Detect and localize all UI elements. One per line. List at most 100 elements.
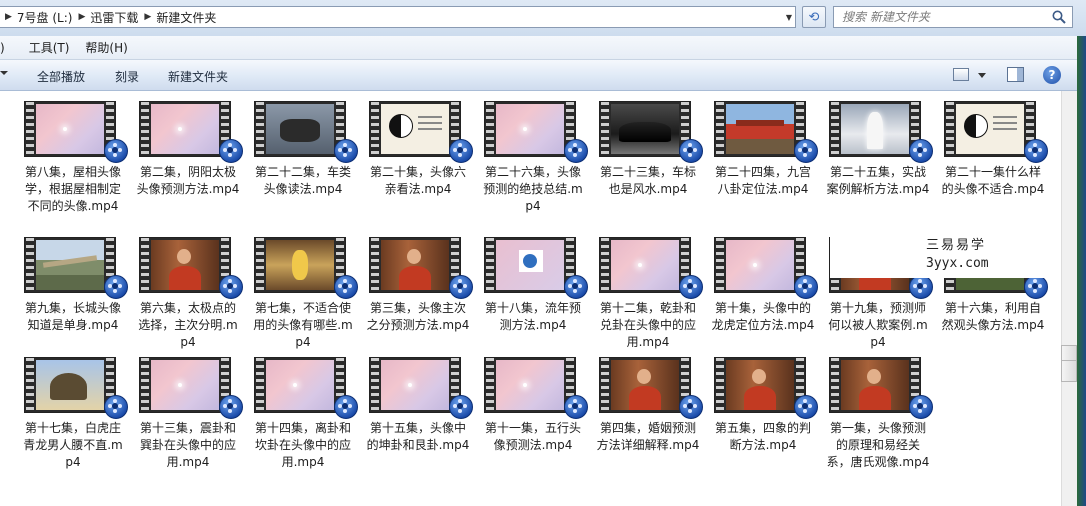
file-name-label: 第五集，四象的判断方法.mp4 xyxy=(714,421,811,452)
thumbnail-image xyxy=(726,104,794,154)
watermark-url: 3yyx.com xyxy=(926,256,989,271)
view-options-icon[interactable] xyxy=(953,68,969,81)
file-name-label: 第十五集，头像中的坤卦和艮卦.mp4 xyxy=(366,421,470,452)
file-name-label: 第一集，头像预测的原理和易经关系，唐氏观像.mp4 xyxy=(826,421,930,469)
file-name-label: 第二十三集，车标也是风水.mp4 xyxy=(599,165,696,196)
film-strip-edge xyxy=(371,358,379,412)
thumbnail-image xyxy=(266,240,334,290)
video-thumbnail xyxy=(139,357,231,413)
film-strip-edge xyxy=(831,102,839,156)
search-box[interactable] xyxy=(833,6,1073,28)
watermark-overlay: 三易易学 3yyx.com xyxy=(830,229,1086,278)
address-field[interactable]: ▶ 7号盘 (L:) ▶ 迅雷下载 ▶ 新建文件夹 xyxy=(0,6,796,28)
burn-button[interactable]: 刻录 xyxy=(115,68,139,85)
menu-help[interactable]: 帮助(H) xyxy=(79,38,133,58)
organize-dropdown-arrow[interactable] xyxy=(0,71,8,75)
video-thumbnail xyxy=(24,357,116,413)
address-history-dropdown[interactable]: ▼ xyxy=(782,7,796,27)
film-strip-edge xyxy=(26,102,34,156)
thumbnail-image xyxy=(151,104,219,154)
media-player-icon xyxy=(449,275,473,299)
video-thumbnail xyxy=(254,237,346,293)
help-icon[interactable]: ? xyxy=(1043,66,1061,84)
thumbnail-image xyxy=(611,360,679,410)
new-folder-button[interactable]: 新建文件夹 xyxy=(168,68,228,85)
menu-view-partial[interactable]: ) xyxy=(0,38,9,58)
film-strip-edge xyxy=(256,358,264,412)
scroll-page-button[interactable] xyxy=(1061,360,1077,382)
thumbnail-image xyxy=(381,240,449,290)
media-player-icon xyxy=(679,395,703,419)
menu-tools[interactable]: 工具(T) xyxy=(23,38,76,58)
file-name-label: 第二十六集，头像预测的绝技总结.mp4 xyxy=(483,165,583,213)
film-strip-edge xyxy=(716,358,724,412)
media-player-icon xyxy=(334,395,358,419)
thumbnail-image xyxy=(841,360,909,410)
menu-bar: ) 工具(T) 帮助(H) xyxy=(0,36,1086,60)
video-thumbnail xyxy=(369,237,461,293)
film-strip-edge xyxy=(601,238,609,292)
thumbnail-image xyxy=(726,240,794,290)
film-strip-edge xyxy=(716,102,724,156)
video-thumbnail xyxy=(944,101,1036,157)
video-thumbnail xyxy=(484,237,576,293)
breadcrumb-label: 迅雷下载 xyxy=(90,10,139,25)
media-player-icon xyxy=(219,395,243,419)
thumbnail-image xyxy=(151,240,219,290)
search-icon[interactable] xyxy=(1051,9,1067,25)
file-name-label: 第十一集，五行头像预测法.mp4 xyxy=(484,421,581,452)
film-strip-edge xyxy=(26,358,34,412)
file-name-label: 第二十集，头像六亲看法.mp4 xyxy=(369,165,466,196)
file-name-label: 第十九集，预测师何以被人欺案例.mp4 xyxy=(828,301,928,349)
file-name-label: 第八集，屋相头像学，根据屋相制定不同的头像.mp4 xyxy=(24,165,121,213)
film-strip-edge xyxy=(831,358,839,412)
video-thumbnail xyxy=(829,357,921,413)
video-thumbnail xyxy=(369,357,461,413)
media-player-icon xyxy=(449,395,473,419)
film-strip-edge xyxy=(141,102,149,156)
media-player-icon xyxy=(679,275,703,299)
view-dropdown-arrow[interactable] xyxy=(978,73,986,78)
breadcrumb-downloads[interactable]: ▶ 迅雷下载 xyxy=(72,7,138,27)
search-input[interactable] xyxy=(840,7,1049,27)
breadcrumb-drive[interactable]: ▶ 7号盘 (L:) xyxy=(0,7,72,27)
video-thumbnail xyxy=(484,357,576,413)
breadcrumb-folder[interactable]: ▶ 新建文件夹 xyxy=(138,7,216,27)
thumbnail-image xyxy=(36,104,104,154)
video-thumbnail xyxy=(714,357,806,413)
media-player-icon xyxy=(104,395,128,419)
play-all-button[interactable]: 全部播放 xyxy=(37,68,85,85)
video-thumbnail xyxy=(24,101,116,157)
media-player-icon xyxy=(564,395,588,419)
refresh-button[interactable]: ⟲ xyxy=(802,6,826,28)
video-thumbnail xyxy=(369,101,461,157)
media-player-icon xyxy=(909,139,933,163)
video-thumbnail xyxy=(599,237,691,293)
video-thumbnail xyxy=(139,237,231,293)
media-player-icon xyxy=(1024,275,1048,299)
video-thumbnail xyxy=(254,101,346,157)
chevron-right-icon: ▶ xyxy=(144,12,152,22)
file-name-label: 第二集，阴阳太极头像预测方法.mp4 xyxy=(136,165,240,196)
film-strip-edge xyxy=(141,238,149,292)
film-strip-edge xyxy=(141,358,149,412)
video-thumbnail xyxy=(714,237,806,293)
film-strip-edge xyxy=(256,238,264,292)
thumbnail-image xyxy=(381,104,449,154)
thumbnail-image xyxy=(496,360,564,410)
thumbnail-image xyxy=(726,360,794,410)
preview-pane-icon[interactable] xyxy=(1007,67,1024,82)
file-name-label: 第十四集，离卦和坎卦在头像中的应用.mp4 xyxy=(254,421,351,469)
vertical-scrollbar[interactable] xyxy=(1061,91,1077,506)
film-strip-edge xyxy=(601,102,609,156)
film-strip-edge xyxy=(601,358,609,412)
film-strip-edge xyxy=(716,238,724,292)
file-name-label: 第十六集，利用自然观头像方法.mp4 xyxy=(941,301,1045,332)
breadcrumb-label: 7号盘 (L:) xyxy=(16,10,73,25)
video-thumbnail xyxy=(139,101,231,157)
media-player-icon xyxy=(679,139,703,163)
file-name-label: 第二十二集，车类头像读法.mp4 xyxy=(254,165,351,196)
film-strip-edge xyxy=(486,102,494,156)
breadcrumb-label: 新建文件夹 xyxy=(156,10,217,25)
address-bar-area: ▶ 7号盘 (L:) ▶ 迅雷下载 ▶ 新建文件夹 ▼ ⟲ xyxy=(0,0,1086,36)
